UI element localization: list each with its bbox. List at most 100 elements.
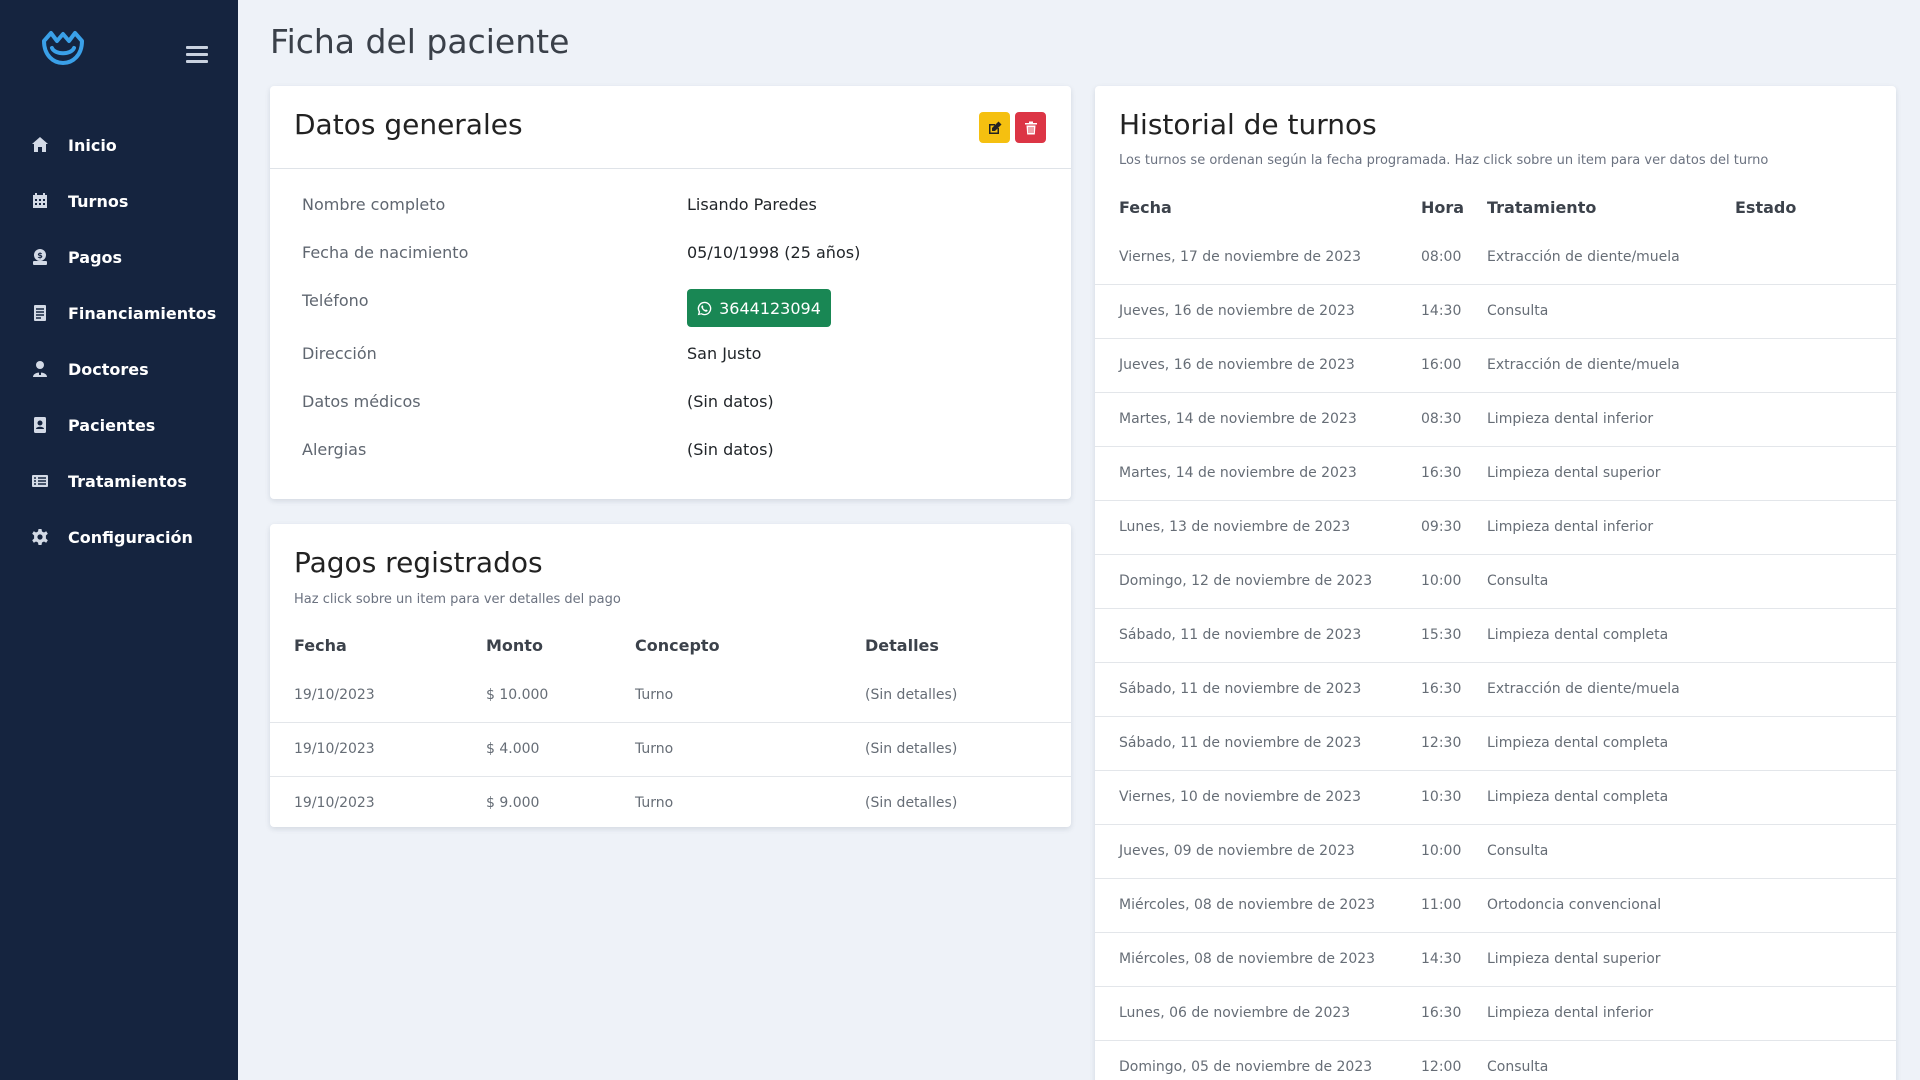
appointment-row[interactable]: Sábado, 11 de noviembre de 2023 12:30 Limp… — [1095, 715, 1896, 770]
appointment-treatment: Extracción de diente/muela — [1487, 248, 1680, 265]
appointment-status — [1735, 337, 1896, 392]
medical-data-label: Datos médicos — [302, 392, 421, 411]
sidebar-item-label: Turnos — [68, 191, 129, 211]
whatsapp-phone-button[interactable]: 3644123094 — [687, 289, 831, 327]
appointment-time: 16:30 — [1421, 661, 1487, 716]
appointment-date: Jueves, 16 de noviembre de 2023 — [1095, 283, 1421, 338]
edit-patient-button[interactable] — [979, 112, 1010, 143]
medical-data-value: (Sin datos) — [687, 392, 774, 411]
address-value: San Justo — [687, 344, 762, 363]
phone-number: 3644123094 — [719, 298, 821, 318]
birth-date-label: Fecha de nacimiento — [302, 243, 469, 262]
sidebar-item-label: Financiamientos — [68, 303, 217, 323]
appointment-row[interactable]: Domingo, 12 de noviembre de 2023 10:00 Con… — [1095, 553, 1896, 608]
payment-row[interactable]: 19/10/2023 $ 10.000 Turno (Sin detalles) — [270, 668, 1071, 722]
appointment-date: Domingo, 12 de noviembre de 2023 — [1095, 553, 1421, 608]
appointment-time: 10:00 — [1421, 823, 1487, 878]
allergies-value: (Sin datos) — [687, 440, 774, 459]
money-icon: $ — [31, 248, 49, 266]
appointment-treatment: Consulta — [1487, 823, 1735, 878]
page-title: Ficha del paciente — [270, 22, 570, 61]
column-header: Concepto — [635, 635, 720, 655]
appointment-row[interactable]: Viernes, 10 de noviembre de 2023 10:30 Lim… — [1095, 769, 1896, 824]
payment-concept: Turno — [635, 686, 674, 703]
appointment-status — [1735, 230, 1896, 284]
app-logo[interactable] — [40, 29, 86, 67]
appointment-row[interactable]: Jueves, 16 de noviembre de 2023 14:30 Cons… — [1095, 283, 1896, 338]
appointment-time: 10:00 — [1421, 553, 1487, 608]
appointment-date: Viernes, 17 de noviembre de 2023 — [1119, 248, 1362, 265]
column-header: Fecha — [1119, 197, 1172, 217]
edit-icon — [988, 121, 1001, 134]
appointment-row[interactable]: Sábado, 11 de noviembre de 2023 15:30 Limp… — [1095, 607, 1896, 662]
sidebar-item-configuracion[interactable]: Configuración — [0, 509, 238, 565]
payment-details: (Sin detalles) — [865, 721, 1071, 776]
appointment-row[interactable]: Lunes, 06 de noviembre de 2023 16:30 Limpi… — [1095, 985, 1896, 1040]
sidebar-item-label: Pacientes — [68, 415, 156, 435]
appointment-date: Sábado, 11 de noviembre de 2023 — [1095, 661, 1421, 716]
birth-date-value: 05/10/1998 (25 años) — [687, 243, 861, 262]
appointment-date: Jueves, 09 de noviembre de 2023 — [1095, 823, 1421, 878]
appointment-row[interactable]: Viernes, 17 de noviembre de 2023 08:00 Ext… — [1095, 230, 1896, 284]
doctor-icon — [31, 360, 49, 378]
appointment-status — [1735, 553, 1896, 608]
appointment-row[interactable]: Domingo, 05 de noviembre de 2023 12:00 Con… — [1095, 1039, 1896, 1080]
appointment-treatment: Consulta — [1487, 1039, 1735, 1080]
appointment-treatment: Limpieza dental completa — [1487, 607, 1735, 662]
full-name-label: Nombre completo — [302, 195, 446, 214]
appointment-date: Miércoles, 08 de noviembre de 2023 — [1095, 877, 1421, 932]
appointment-time: 16:30 — [1421, 445, 1487, 500]
appointments-table: Fecha Hora Tratamiento Estado Viernes, 1… — [1095, 184, 1896, 1080]
sidebar-item-tratamientos[interactable]: Tratamientos — [0, 453, 238, 509]
sidebar-item-doctores[interactable]: Doctores — [0, 341, 238, 397]
appointment-date: Martes, 14 de noviembre de 2023 — [1095, 391, 1421, 446]
appointment-status — [1735, 445, 1896, 500]
appointment-status — [1735, 607, 1896, 662]
appointment-status — [1735, 1039, 1896, 1080]
payment-row[interactable]: 19/10/2023 $ 4.000 Turno (Sin detalles) — [270, 721, 1071, 776]
menu-toggle-icon[interactable] — [186, 46, 208, 64]
history-title: Historial de turnos — [1119, 108, 1377, 141]
column-header: Hora — [1421, 197, 1465, 217]
appointment-treatment: Extracción de diente/muela — [1487, 661, 1735, 716]
sidebar-item-pacientes[interactable]: Pacientes — [0, 397, 238, 453]
payment-concept: Turno — [635, 721, 865, 776]
appointment-row[interactable]: Martes, 14 de noviembre de 2023 08:30 Limp… — [1095, 391, 1896, 446]
appointment-treatment: Ortodoncia convencional — [1487, 877, 1735, 932]
payment-row[interactable]: 19/10/2023 $ 9.000 Turno (Sin detalles) — [270, 775, 1071, 830]
delete-patient-button[interactable] — [1015, 112, 1046, 143]
appointment-row[interactable]: Sábado, 11 de noviembre de 2023 16:30 Extr… — [1095, 661, 1896, 716]
appointments-body: Viernes, 17 de noviembre de 2023 08:00 Ext… — [1095, 230, 1896, 1080]
appointment-row[interactable]: Martes, 14 de noviembre de 2023 16:30 Limp… — [1095, 445, 1896, 500]
appointment-date: Miércoles, 08 de noviembre de 2023 — [1095, 931, 1421, 986]
appointment-row[interactable]: Jueves, 09 de noviembre de 2023 10:00 Cons… — [1095, 823, 1896, 878]
payments-title: Pagos registrados — [294, 546, 543, 579]
appointment-date: Domingo, 05 de noviembre de 2023 — [1095, 1039, 1421, 1080]
payment-details: (Sin detalles) — [865, 686, 958, 703]
appointment-status — [1735, 823, 1896, 878]
payments-table: Fecha Monto Concepto Detalles 19/10/2023… — [270, 622, 1071, 830]
appointment-treatment: Limpieza dental superior — [1487, 931, 1735, 986]
column-header: Monto — [486, 635, 543, 655]
sidebar-item-inicio[interactable]: Inicio — [0, 117, 238, 173]
appointment-row[interactable]: Miércoles, 08 de noviembre de 2023 11:00 O… — [1095, 877, 1896, 932]
appointment-row[interactable]: Jueves, 16 de noviembre de 2023 16:00 Extr… — [1095, 337, 1896, 392]
payment-details: (Sin detalles) — [865, 775, 1071, 830]
appointment-row[interactable]: Lunes, 13 de noviembre de 2023 09:30 Limpi… — [1095, 499, 1896, 554]
appointment-status — [1735, 715, 1896, 770]
appointment-treatment: Limpieza dental superior — [1487, 445, 1735, 500]
appointment-time: 09:30 — [1421, 499, 1487, 554]
sidebar-item-turnos[interactable]: Turnos — [0, 173, 238, 229]
home-icon — [31, 136, 49, 154]
payment-amount: $ 4.000 — [486, 721, 635, 776]
appointment-time: 14:30 — [1421, 283, 1487, 338]
sidebar-item-financiamientos[interactable]: Financiamientos — [0, 285, 238, 341]
sidebar-item-label: Doctores — [68, 359, 149, 379]
general-data-header: Datos generales — [270, 86, 1071, 169]
appointments-history-card: Historial de turnos Los turnos se ordena… — [1095, 86, 1896, 1080]
appointment-status — [1735, 985, 1896, 1040]
appointment-date: Viernes, 10 de noviembre de 2023 — [1095, 769, 1421, 824]
sidebar-item-pagos[interactable]: $ Pagos — [0, 229, 238, 285]
calendar-icon — [31, 192, 49, 210]
appointment-row[interactable]: Miércoles, 08 de noviembre de 2023 14:30 L… — [1095, 931, 1896, 986]
